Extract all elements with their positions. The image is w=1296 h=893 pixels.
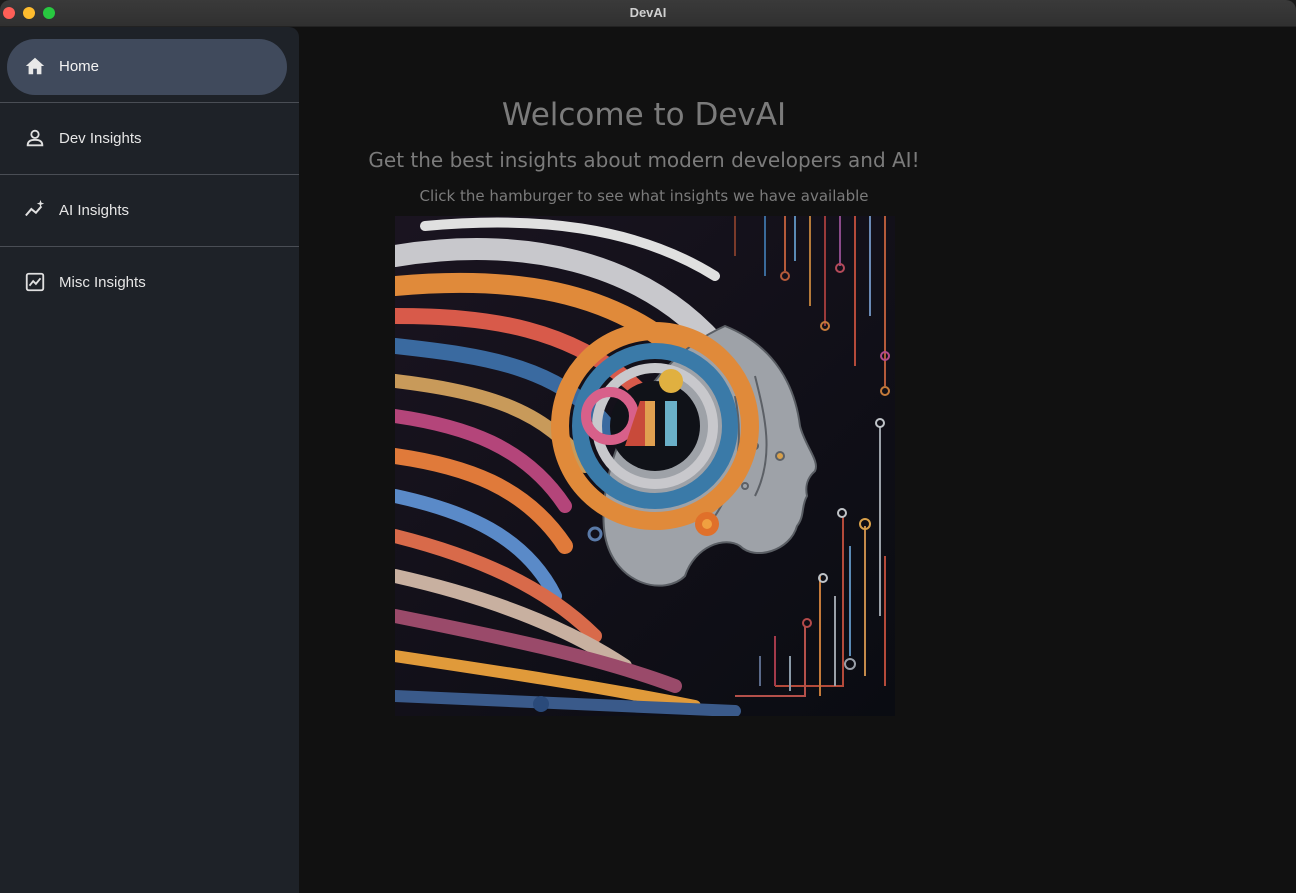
app-window: DevAI Home Dev Insights AI Insights Misc…: [0, 0, 1296, 893]
chart-box-icon: [24, 271, 46, 293]
title-bar: DevAI: [0, 0, 1296, 27]
ai-face-artwork: [384, 216, 895, 717]
hero-image: [384, 216, 895, 717]
app-content: Home Dev Insights AI Insights Misc Insig…: [0, 27, 1296, 893]
page-subtitle: Get the best insights about modern devel…: [368, 148, 920, 172]
sidebar-item-label: Dev Insights: [59, 130, 142, 147]
active-indicator: [7, 39, 287, 95]
person-icon: [24, 127, 46, 149]
hint-text: Click the hamburger to see what insights…: [419, 187, 869, 205]
sidebar-item-misc-insights[interactable]: Misc Insights: [0, 243, 299, 315]
sidebar-item-ai-insights[interactable]: AI Insights: [0, 171, 299, 243]
sidebar: Home Dev Insights AI Insights Misc Insig…: [0, 27, 299, 893]
sidebar-item-dev-insights[interactable]: Dev Insights: [0, 99, 299, 171]
sidebar-item-home[interactable]: Home: [0, 27, 299, 99]
sidebar-item-label: Misc Insights: [59, 274, 146, 291]
home-icon: [24, 55, 46, 77]
window-title: DevAI: [629, 5, 667, 20]
sidebar-item-label: AI Insights: [59, 202, 130, 219]
page-title: Welcome to DevAI: [501, 97, 787, 133]
sparkle-chart-icon: [24, 199, 46, 221]
sidebar-item-label: Home: [59, 58, 100, 75]
main-panel: Welcome to DevAI Get the best insights a…: [299, 27, 1296, 893]
